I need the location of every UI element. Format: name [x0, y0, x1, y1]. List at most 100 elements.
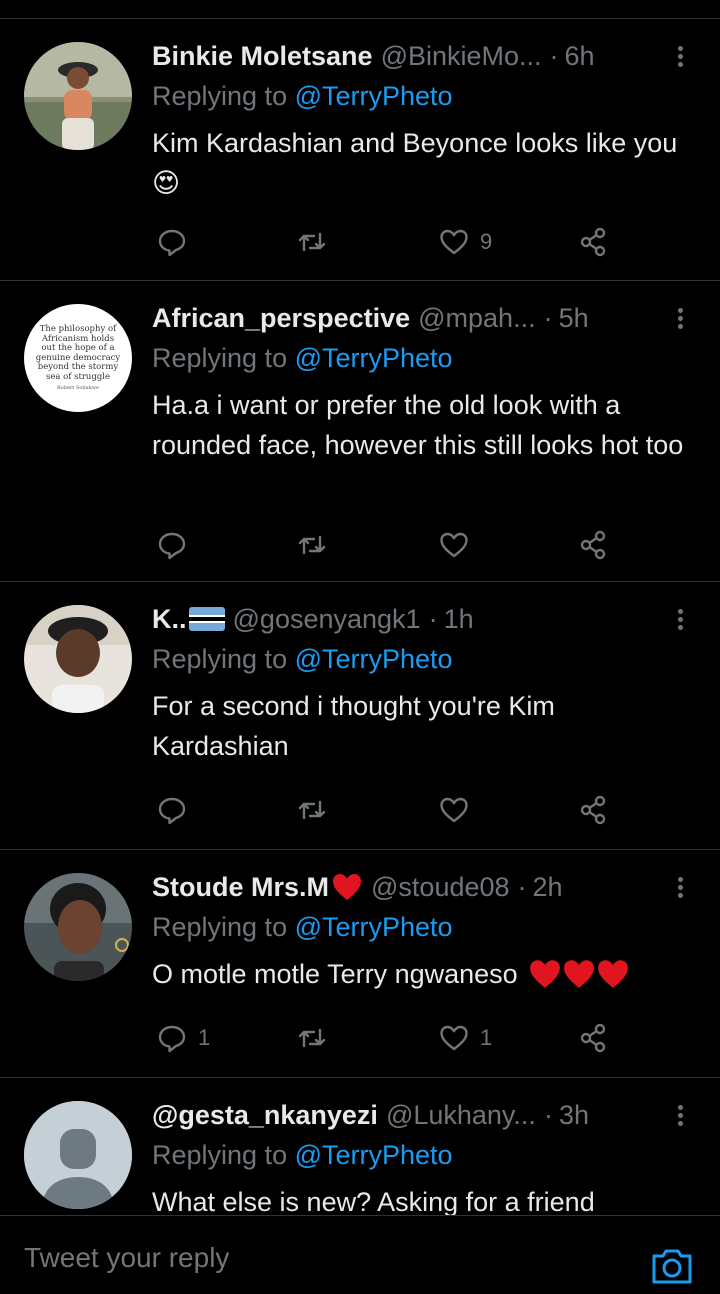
mention-link[interactable]: @TerryPheto: [295, 343, 453, 373]
user-handle[interactable]: @Lukhany...: [386, 1098, 536, 1132]
avatar-quote-text: The philosophy of Africanism holds out t…: [35, 324, 121, 382]
more-options-icon[interactable]: [670, 43, 690, 71]
display-name[interactable]: Stoude Mrs.M: [152, 870, 329, 904]
retweet-button[interactable]: [296, 222, 338, 262]
timestamp[interactable]: 3h: [559, 1098, 589, 1132]
action-bar: 1 1: [152, 1018, 632, 1058]
retweet-icon: [298, 232, 326, 252]
like-button[interactable]: [438, 525, 480, 565]
tweet-header: Binkie Moletsane @BinkieMo... · 6h: [152, 39, 672, 73]
heart-icon: [440, 797, 468, 823]
action-bar: [152, 790, 632, 830]
replying-to-label: Replying to: [152, 81, 288, 111]
more-options-icon[interactable]: [670, 874, 690, 902]
flag-icon: [188, 607, 225, 631]
tweet-text: What else is new? Asking for a friend: [152, 1187, 595, 1215]
retweet-icon: [298, 535, 326, 555]
replying-to-label: Replying to: [152, 1140, 288, 1170]
replying-to: Replying to @TerryPheto: [152, 79, 453, 113]
share-icon: [580, 795, 606, 825]
heart-icon: [440, 229, 468, 255]
action-bar: [152, 525, 632, 565]
tweet-header: African_perspective @mpah... · 5h: [152, 301, 672, 335]
tweet[interactable]: Binkie Moletsane @BinkieMo... · 6h Reply…: [0, 19, 720, 281]
heart-eyes-emoji: 😍: [152, 168, 181, 198]
replying-to: Replying to @TerryPheto: [152, 642, 453, 676]
heart-icon: [440, 1025, 468, 1051]
retweet-button[interactable]: [296, 790, 338, 830]
user-handle[interactable]: @stoude08: [371, 870, 510, 904]
avatar[interactable]: The philosophy of Africanism holds out t…: [24, 304, 132, 412]
retweet-button[interactable]: [296, 1018, 338, 1058]
share-button[interactable]: [578, 1018, 610, 1058]
replying-to: Replying to @TerryPheto: [152, 341, 453, 375]
reply-button[interactable]: [156, 222, 198, 262]
retweet-icon: [298, 800, 326, 820]
timestamp[interactable]: 5h: [559, 301, 589, 335]
tweet-header: @gesta_nkanyezi @Lukhany... · 3h: [152, 1098, 672, 1132]
timestamp[interactable]: 1h: [444, 602, 474, 636]
timestamp[interactable]: 2h: [533, 870, 563, 904]
separator-dot: ·: [517, 872, 527, 902]
more-options-icon[interactable]: [670, 606, 690, 634]
tweet[interactable]: The philosophy of Africanism holds out t…: [0, 281, 720, 582]
more-options-icon[interactable]: [670, 1102, 690, 1130]
like-count: 9: [480, 229, 493, 254]
reply-composer: [0, 1215, 720, 1294]
display-name[interactable]: Binkie Moletsane: [152, 39, 373, 73]
tweet-text-content: O motle motle Terry ngwaneso: [152, 959, 518, 989]
tweet-text: For a second i thought you're Kim Kardas…: [152, 691, 555, 761]
avatar[interactable]: [24, 873, 132, 981]
timestamp[interactable]: 6h: [565, 39, 595, 73]
separator-dot: ·: [549, 41, 559, 71]
reply-button[interactable]: 1: [156, 1018, 210, 1058]
tweet-text: Kim Kardashian and Beyonce looks like yo…: [152, 123, 692, 203]
like-button[interactable]: [438, 790, 480, 830]
user-handle[interactable]: @mpah...: [418, 301, 535, 335]
tweet-header: Stoude Mrs.M @stoude08 · 2h: [152, 870, 672, 904]
replying-to: Replying to @TerryPheto: [152, 1138, 453, 1172]
reply-icon: [158, 1025, 186, 1053]
tweet[interactable]: K.. @gosenyangk1 · 1h Replying to @Terry…: [0, 582, 720, 850]
display-name[interactable]: African_perspective: [152, 301, 410, 335]
reply-button[interactable]: [156, 525, 198, 565]
like-button[interactable]: 9: [438, 222, 492, 262]
share-button[interactable]: [578, 222, 610, 262]
default-avatar-icon: [24, 1101, 132, 1209]
like-count: 1: [480, 1025, 493, 1050]
more-options-icon[interactable]: [670, 305, 690, 333]
reply-icon: [158, 229, 186, 257]
tweet[interactable]: Stoude Mrs.M @stoude08 · 2h Replying to …: [0, 850, 720, 1078]
reply-icon: [158, 797, 186, 825]
user-handle[interactable]: @BinkieMo...: [381, 39, 542, 73]
mention-link[interactable]: @TerryPheto: [295, 644, 453, 674]
like-button[interactable]: 1: [438, 1018, 492, 1058]
reply-button[interactable]: [156, 790, 198, 830]
tweet[interactable]: @gesta_nkanyezi @Lukhany... · 3h Replyin…: [0, 1078, 720, 1215]
tweet-text: Ha.a i want or prefer the old look with …: [152, 390, 684, 460]
replying-to-label: Replying to: [152, 644, 288, 674]
retweet-button[interactable]: [296, 525, 338, 565]
share-icon: [580, 530, 606, 560]
action-bar: 9: [152, 222, 632, 262]
mention-link[interactable]: @TerryPheto: [295, 1140, 453, 1170]
share-icon: [580, 1023, 606, 1053]
reply-list: Binkie Moletsane @BinkieMo... · 6h Reply…: [0, 19, 720, 1215]
mention-link[interactable]: @TerryPheto: [295, 912, 453, 942]
avatar[interactable]: [24, 42, 132, 150]
camera-icon[interactable]: [650, 1246, 694, 1286]
user-handle[interactable]: @gosenyangk1: [233, 602, 421, 636]
separator-dot: ·: [543, 1100, 553, 1130]
display-name[interactable]: K..: [152, 602, 187, 636]
reply-count: 1: [198, 1025, 211, 1050]
avatar[interactable]: [24, 1101, 132, 1209]
separator-dot: ·: [543, 303, 553, 333]
avatar[interactable]: [24, 605, 132, 713]
tweet-text: O motle motle Terry ngwaneso: [152, 954, 692, 994]
share-button[interactable]: [578, 790, 610, 830]
display-name[interactable]: @gesta_nkanyezi: [152, 1098, 378, 1132]
share-button[interactable]: [578, 525, 610, 565]
mention-link[interactable]: @TerryPheto: [295, 81, 453, 111]
reply-input[interactable]: [24, 1238, 584, 1278]
share-icon: [580, 227, 606, 257]
